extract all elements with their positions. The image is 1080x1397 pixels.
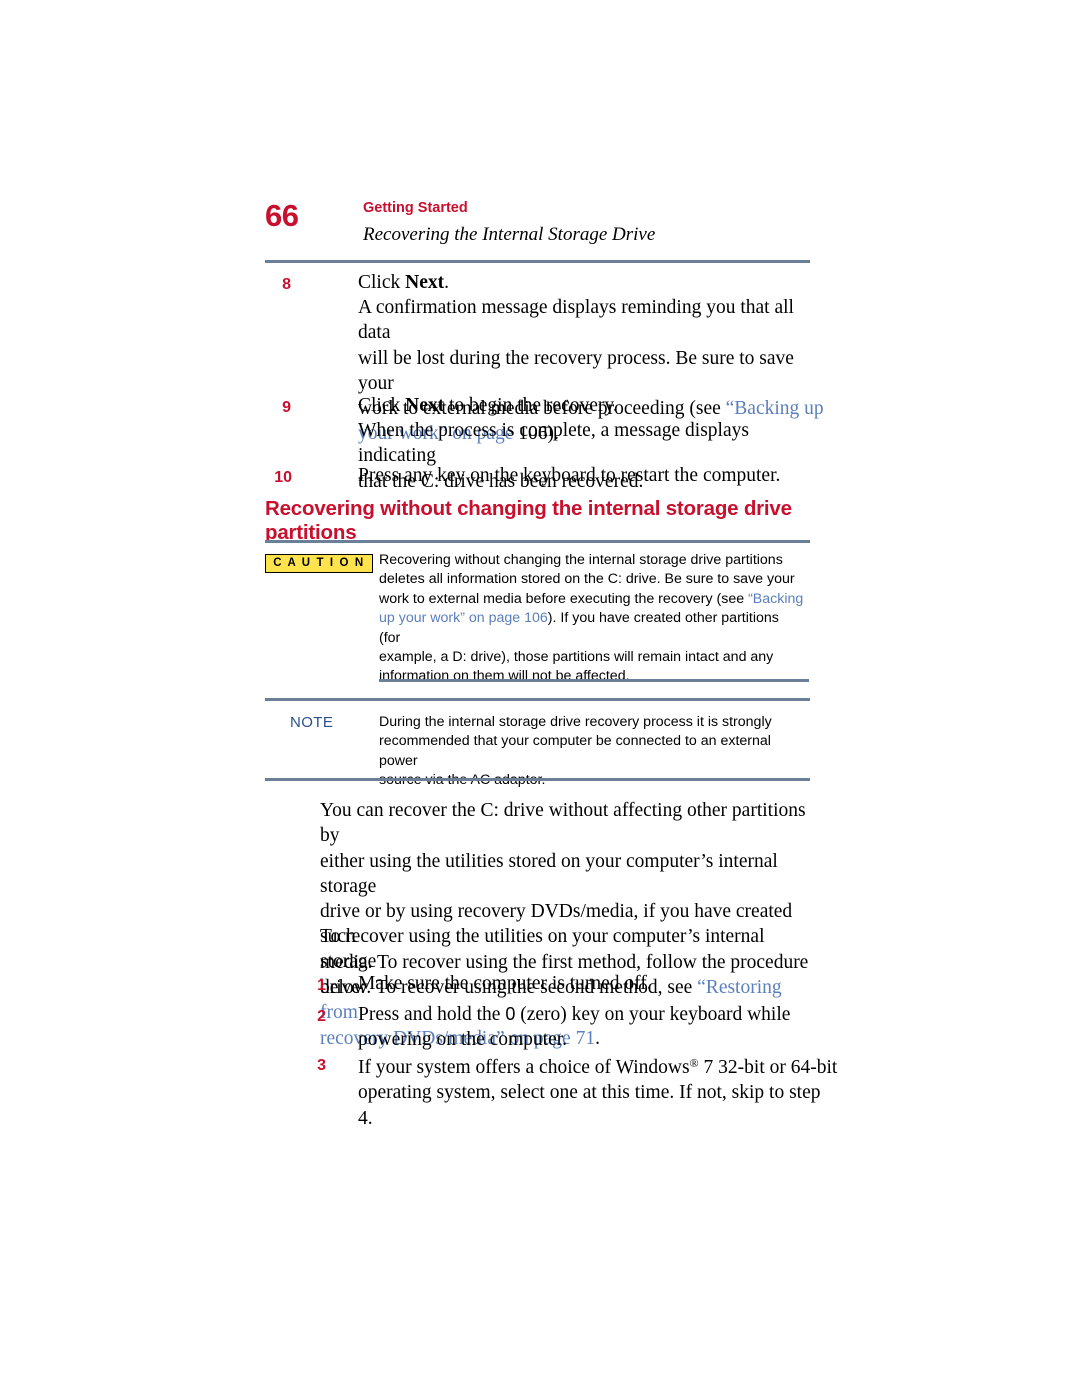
step-3-line-1-post: 7 32-bit or 64-bit xyxy=(698,1057,838,1078)
step-3-line-1: If your system offers a choice of Window… xyxy=(358,1051,838,1080)
step-2-line-1-post: (zero) key on your keyboard while xyxy=(515,1004,791,1025)
step-8-period: . xyxy=(444,272,449,293)
caution-divider-top xyxy=(265,540,810,543)
step-9-next-bold: Next xyxy=(405,395,445,416)
caution-line-6: information on them will not be affected… xyxy=(379,668,630,685)
body1-line-1: You can recover the C: drive without aff… xyxy=(320,800,806,847)
step-1-text: Make sure the computer is turned off. xyxy=(358,973,652,994)
body1-line-2: either using the utilities stored on you… xyxy=(320,850,778,897)
registered-mark: ® xyxy=(689,1056,699,1070)
step-9-line: Click Next to begin the recovery. xyxy=(358,393,818,418)
note-label: NOTE xyxy=(290,714,334,731)
zero-key-glyph: 0 xyxy=(505,1004,516,1024)
caution-backing-link-part1[interactable]: “Backing xyxy=(748,591,803,607)
page-number: 66 xyxy=(265,198,299,233)
caution-backing-link-part2[interactable]: up your work” on page 106 xyxy=(379,610,548,626)
body2-line-1: To recover using the utilities on your c… xyxy=(320,926,765,973)
step-8-click-text: Click xyxy=(358,272,406,293)
step-9-rest: to begin the recovery. xyxy=(444,395,618,416)
step-3-number: 3 xyxy=(317,1057,326,1074)
step-8-body-line-2: will be lost during the recovery process… xyxy=(358,347,794,394)
note-divider-top xyxy=(265,698,810,701)
step-2-line-1: Press and hold the 0 (zero) key on your … xyxy=(358,1002,828,1027)
step-2-line-1-pre: Press and hold the xyxy=(358,1004,506,1025)
caution-line-3-text: work to external media before executing … xyxy=(379,590,749,607)
chapter-title: Getting Started xyxy=(363,200,468,216)
step-3-line-1-pre: If your system offers a choice of Window… xyxy=(358,1057,690,1078)
header-divider xyxy=(265,260,810,263)
step-9-number: 9 xyxy=(282,399,291,416)
note-line-1: During the internal storage drive recove… xyxy=(379,714,772,730)
step-9-body-line-1: When the process is complete, a message … xyxy=(358,420,749,467)
step-3-text: If your system offers a choice of Window… xyxy=(358,1051,838,1131)
step-1-number: 1 xyxy=(317,977,326,994)
caution-line-5: example, a D: drive), those partitions w… xyxy=(379,649,774,666)
step-10-number: 10 xyxy=(274,469,292,486)
caution-line-3: work to external media before executing … xyxy=(379,590,804,609)
section-heading-recovering-without-changing: Recovering without changing the internal… xyxy=(265,497,792,544)
step-8-next-bold: Next xyxy=(405,272,445,293)
step-2-line-2: powering on the computer. xyxy=(358,1029,568,1051)
section-title: Recovering the Internal Storage Drive xyxy=(363,224,656,245)
caution-line-2: deletes all information stored on the C:… xyxy=(379,571,795,588)
document-page: 66 Getting Started Recovering the Intern… xyxy=(0,0,1080,1397)
note-line-2: recommended that your computer be connec… xyxy=(379,733,771,769)
caution-line-1: Recovering without changing the internal… xyxy=(379,552,783,568)
step-2-text: Press and hold the 0 (zero) key on your … xyxy=(358,1002,828,1053)
step-9-click-text: Click xyxy=(358,395,406,416)
step-8-number: 8 xyxy=(282,276,291,293)
step-2-number: 2 xyxy=(317,1008,326,1025)
caution-badge: C A U T I O N xyxy=(265,554,373,573)
step-8-line: Click Next. xyxy=(358,270,818,295)
note-divider-bottom xyxy=(265,778,810,781)
caution-divider-bottom xyxy=(379,679,809,682)
step-8-body-line-1: A confirmation message displays remindin… xyxy=(358,297,794,344)
step-3-line-2: operating system, select one at this tim… xyxy=(358,1082,821,1129)
step-10-line: Press any key on the keyboard to restart… xyxy=(358,465,781,486)
caution-text: Recovering without changing the internal… xyxy=(379,551,804,687)
caution-line-4: up your work” on page 106). If you have … xyxy=(379,609,804,648)
